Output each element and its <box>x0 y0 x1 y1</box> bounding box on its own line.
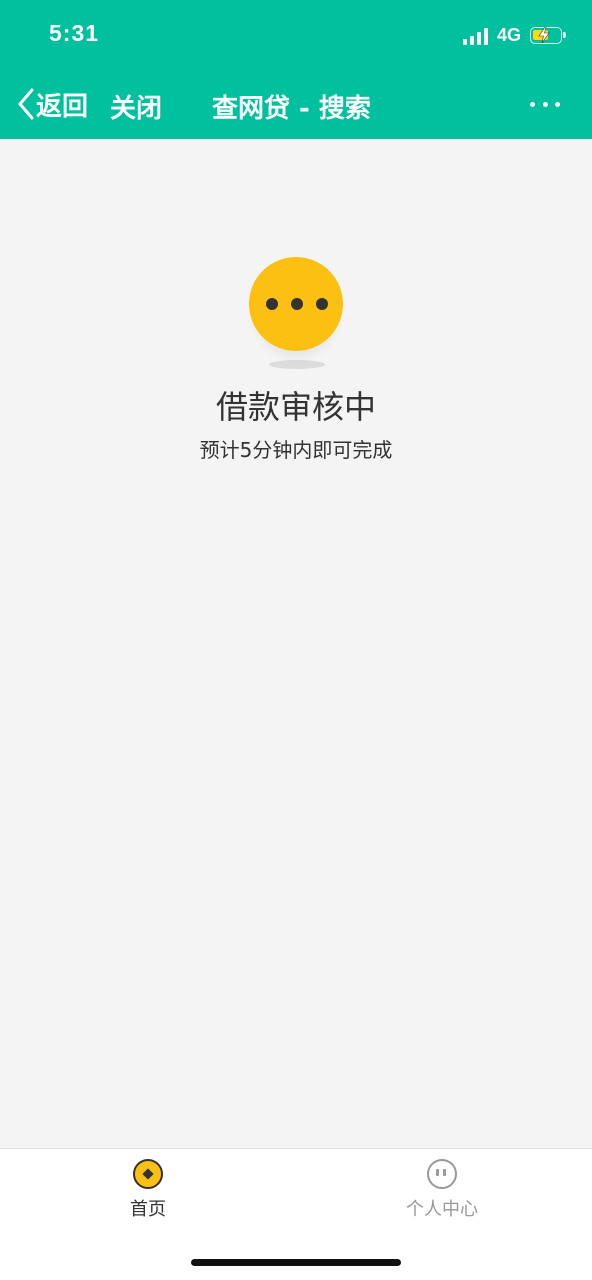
chevron-left-icon <box>18 88 34 120</box>
back-label: 返回 <box>36 91 89 122</box>
tab-home[interactable]: 首页 <box>78 1159 218 1221</box>
more-options-icon[interactable] <box>530 94 560 114</box>
network-type: 4G <box>497 25 522 45</box>
nav-bar: 返回 关闭 查网贷 - 搜索 <box>0 70 592 139</box>
status-title: 借款审核中 <box>215 388 376 426</box>
home-coin-icon <box>133 1159 163 1189</box>
home-indicator <box>191 1259 401 1266</box>
tab-profile[interactable]: 个人中心 <box>372 1159 512 1221</box>
status-time: 5:31 <box>49 20 100 46</box>
profile-face-icon <box>427 1159 457 1189</box>
status-bar: 5:31 4G <box>0 0 592 70</box>
back-button[interactable]: 返回 <box>18 86 88 122</box>
tab-home-label: 首页 <box>130 1199 166 1220</box>
tab-profile-label: 个人中心 <box>406 1199 478 1220</box>
signal-icon <box>463 27 491 45</box>
close-button[interactable]: 关闭 <box>110 88 162 125</box>
pending-status-icon <box>246 256 346 372</box>
page-title: 查网贷 - 搜索 <box>212 94 371 124</box>
app-header: 5:31 4G 返回 关闭 查网贷 - 搜索 <box>0 0 592 139</box>
status-subtitle: 预计5分钟内即可完成 <box>199 438 393 462</box>
battery-icon <box>530 27 566 44</box>
